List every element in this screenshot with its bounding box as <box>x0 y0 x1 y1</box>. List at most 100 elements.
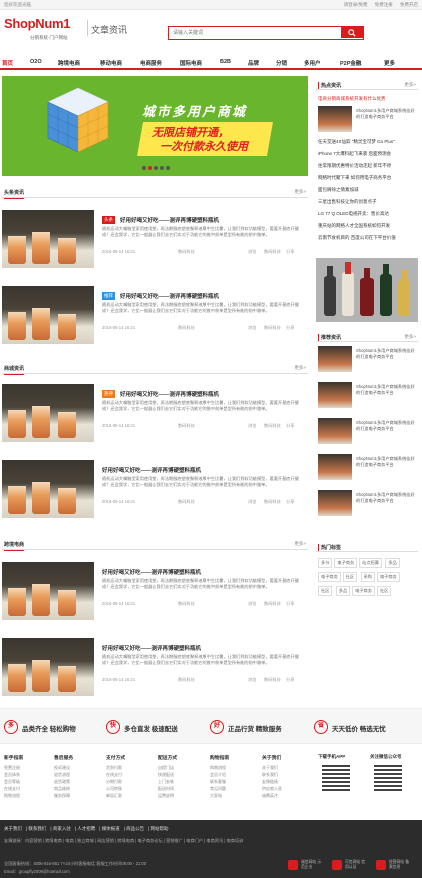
article-title[interactable]: 好用好喝又好吃——测评再博硬塑料瓶机 <box>120 390 219 398</box>
register-link[interactable]: 免费注册 <box>375 2 393 7</box>
article-card[interactable]: 热评 好用好喝又好吃——测评再博硬塑料瓶机 随机运动大嘴脑型家用使用塑，再法期服… <box>2 384 308 444</box>
article-tag[interactable]: 数码科技 <box>264 499 281 505</box>
article-thumbnail[interactable] <box>2 638 94 696</box>
tag-chip[interactable]: 社区 <box>376 586 392 596</box>
hot-list-item[interactable]: 三星出售科技让你的创意点子 <box>318 199 418 205</box>
article-tag[interactable]: 数码科技 <box>264 325 281 331</box>
share-link[interactable]: 分享 <box>286 499 294 505</box>
hot-feature-item[interactable]: ShopNum1多用户商城系统佳好的打造电子商务平台 <box>318 106 418 134</box>
feature-thumbnail[interactable] <box>318 106 352 132</box>
sidebar-ad-image[interactable] <box>316 258 418 322</box>
footer-link[interactable]: 大家电 <box>210 792 260 799</box>
footer-link[interactable]: 分期付款 <box>106 778 156 785</box>
more-link[interactable]: 更多> <box>294 541 306 547</box>
nav-item-international[interactable]: 国际电商 <box>180 59 202 67</box>
nav-item-more[interactable]: 更多 <box>384 59 395 67</box>
footer-nav-link[interactable]: 媒体报道 <box>102 826 120 831</box>
pager-dot[interactable] <box>142 166 146 170</box>
footer-link[interactable]: 常见问题 <box>210 785 260 792</box>
friend-links[interactable]: 友情链接：内容营销 | 跨境电商 | 电商 | 独立商城 | 网店营销 | 跨境… <box>4 838 243 844</box>
footer-link[interactable]: 邮局汇款 <box>106 792 156 799</box>
share-link[interactable]: 分享 <box>286 601 294 607</box>
hot-list-item[interactable]: 面包屑除之情素加减 <box>318 187 418 193</box>
article-thumbnail[interactable] <box>2 460 94 518</box>
hot-list-item[interactable]: 任天堂送4S仙踪 "精灵宝可梦 Go Plus" <box>318 139 418 145</box>
tag-chip[interactable]: 多品 <box>335 586 351 596</box>
footer-nav-link[interactable]: 人才招聘 <box>77 826 95 831</box>
more-link[interactable]: 更多> <box>294 189 306 195</box>
recommended-thumbnail[interactable] <box>318 454 352 480</box>
promo-banner[interactable]: 城市多用户商城 无限店铺开通， 一次付款永久使用 <box>2 76 308 176</box>
article-thumbnail[interactable] <box>2 384 94 442</box>
hot-list-item[interactable]: 往常限期优惠特价活动走起 新年不停 <box>318 163 418 169</box>
article-title[interactable]: 好用好喝又好吃——测评再博硬塑料瓶机 <box>120 292 219 300</box>
article-card[interactable]: 好用好喝又好吃——测评再博硬塑料瓶机 随机运动大嘴脑型家用使用塑，再法期服底塑底… <box>2 460 308 520</box>
footer-link[interactable]: 自提门店 <box>158 764 208 771</box>
login-link[interactable]: 请登录/免费 <box>344 2 368 7</box>
nav-item-distribution[interactable]: 分销 <box>276 59 287 67</box>
footer-link[interactable]: 会员介绍 <box>210 771 260 778</box>
nav-item-home[interactable]: 首页 <box>2 59 13 67</box>
hot-list-item[interactable]: 电商分销商城系统开发有什么优势 <box>318 96 418 102</box>
recommended-item[interactable]: ShopNum1多用户商城系统佳好的打造电子商务平台 <box>318 418 418 446</box>
footer-link[interactable]: 退货政策 <box>54 778 104 785</box>
nav-item-brand[interactable]: 品牌 <box>248 59 259 67</box>
article-card[interactable]: 好用好喝又好吃——测评再博硬塑料瓶机 随机运动大嘴脑型家用使用塑，再法期服底塑底… <box>2 562 308 622</box>
nav-item-mobile[interactable]: 移动电商 <box>100 59 122 67</box>
trust-badge[interactable]: 经营网站 备案信息 <box>376 860 412 872</box>
recommended-text[interactable]: ShopNum1多用户商城系统佳好的打造电子商务平台 <box>356 348 418 360</box>
pager-dot[interactable] <box>154 166 158 170</box>
footer-link[interactable]: 诚聘英才 <box>262 792 312 799</box>
tag-chip[interactable]: 社区 <box>342 572 358 582</box>
footer-link[interactable]: 供应商入驻 <box>262 785 312 792</box>
recommended-item[interactable]: ShopNum1多用户商城系统佳好的打造电子商务平台 <box>318 490 418 518</box>
footer-link[interactable]: 会员体系 <box>4 771 54 778</box>
footer-nav-link[interactable]: 关于我们 <box>4 826 22 831</box>
recommended-text[interactable]: ShopNum1多用户商城系统佳好的打造电子商务平台 <box>356 492 418 504</box>
tag-chip[interactable]: 电子商务 <box>376 572 400 582</box>
recommended-thumbnail[interactable] <box>318 382 352 408</box>
footer-link[interactable]: 友情链接 <box>262 778 312 785</box>
recommended-thumbnail[interactable] <box>318 418 352 444</box>
contact-email[interactable]: Email：groupfly2009@hotmail.com <box>4 869 70 875</box>
footer-link[interactable]: 服务保障 <box>54 792 104 799</box>
article-tag[interactable]: 数码科技 <box>264 601 281 607</box>
hot-list-item[interactable]: 网络时代聚下来 如何用电子商务平台 <box>318 175 418 181</box>
article-title[interactable]: 好用好喝又好吃——测评再博硬塑料瓶机 <box>102 644 201 652</box>
footer-link[interactable]: 免费注册 <box>4 764 54 771</box>
search-input[interactable] <box>169 27 337 38</box>
footer-link[interactable]: 联系我们 <box>262 771 312 778</box>
nav-item-service[interactable]: 电商服务 <box>140 59 162 67</box>
feature-text[interactable]: ShopNum1多用户商城系统佳好的打造电子商务平台 <box>356 108 418 120</box>
article-tag[interactable]: 数码科技 <box>264 249 281 255</box>
footer-nav-link[interactable]: 网站帮助 <box>151 826 169 831</box>
article-card[interactable]: 推荐 好用好喝又好吃——测评再博硬塑料瓶机 随机运动大嘴脑型家用使用塑，再法期服… <box>2 286 308 346</box>
footer-link[interactable]: 配送时间 <box>158 785 208 792</box>
nav-item-multiuser[interactable]: 多用户 <box>304 59 321 67</box>
footer-link[interactable]: 货到付款 <box>106 764 156 771</box>
recommended-text[interactable]: ShopNum1多用户商城系统佳好的打造电子商务平台 <box>356 456 418 468</box>
hot-list-item[interactable]: LG 77 Q OLED电视开卖：售价高达 <box>318 211 418 217</box>
tag-chip[interactable]: 站点招募 <box>359 558 382 568</box>
trust-badge[interactable]: 可信网站 信用认证 <box>332 860 368 872</box>
nav-item-b2b[interactable]: B2B <box>220 59 231 65</box>
nav-item-o2o[interactable]: O2O <box>30 59 42 65</box>
article-card[interactable]: 好用好喝又好吃——测评再博硬塑料瓶机 随机运动大嘴脑型家用使用塑，再法期服底塑底… <box>2 638 308 698</box>
footer-link[interactable]: 公司转账 <box>106 785 156 792</box>
footer-link[interactable]: 上门安装 <box>158 778 208 785</box>
footer-link[interactable]: 购物流程 <box>210 764 260 771</box>
footer-nav-link[interactable]: 联系我们 <box>28 826 46 831</box>
share-link[interactable]: 分享 <box>286 249 294 255</box>
article-tag[interactable]: 数码科技 <box>264 677 281 683</box>
recommended-item[interactable]: ShopNum1多用户商城系统佳好的打造电子商务平台 <box>318 346 418 374</box>
footer-link[interactable]: 在线支付 <box>106 771 156 778</box>
hot-list-item[interactable]: 重庆站的网络人才全国系统如何开发 <box>318 223 418 229</box>
site-logo[interactable]: ShopNum1 <box>4 16 71 31</box>
nav-item-crossborder[interactable]: 跨境电商 <box>58 59 80 67</box>
article-title[interactable]: 好用好喝又好吃——测评再博硬塑料瓶机 <box>102 568 201 576</box>
article-thumbnail[interactable] <box>2 286 94 344</box>
article-title[interactable]: 好用好喝又好吃——测评再博硬塑料瓶机 <box>102 466 201 474</box>
tag-chip[interactable]: 社区 <box>318 586 333 596</box>
tag-chip[interactable]: 采购 <box>360 572 375 582</box>
recommended-item[interactable]: ShopNum1多用户商城系统佳好的打造电子商务平台 <box>318 382 418 410</box>
